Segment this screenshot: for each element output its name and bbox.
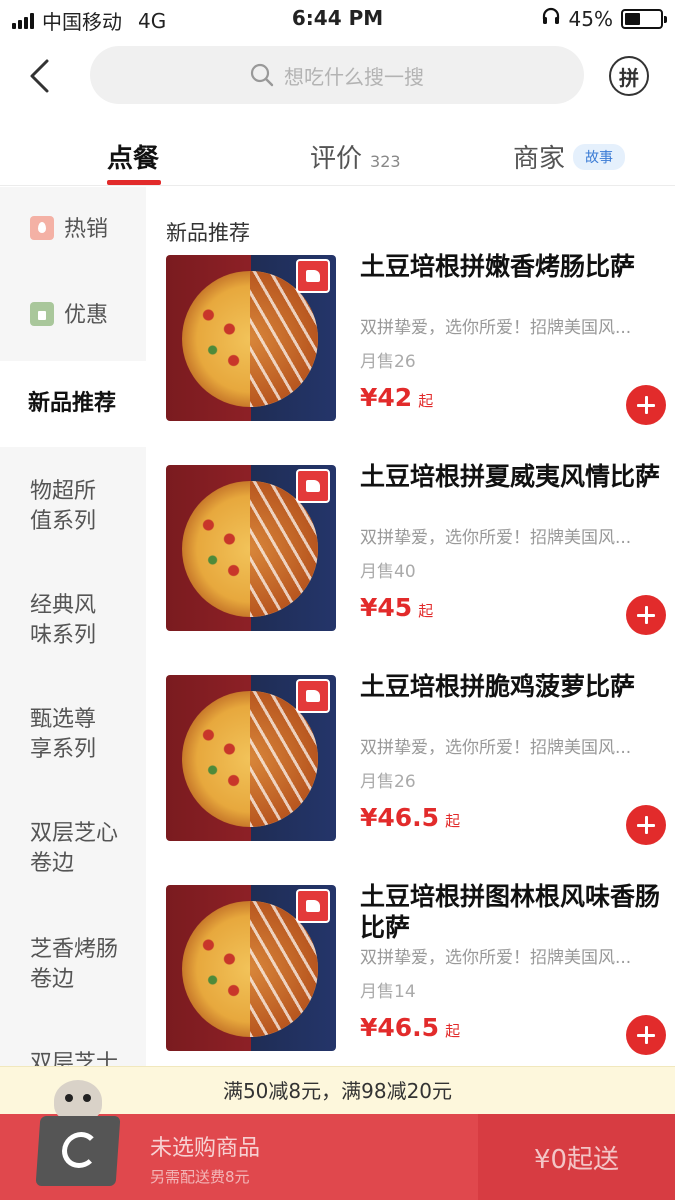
- tab-merchant-label: 商家: [513, 144, 566, 174]
- product-card[interactable]: 土豆培根拼图林根风味香肠比萨 双拼挚爱，选你所爱！招牌美国风... 月售14 ¥…: [166, 882, 666, 1055]
- product-price: ¥45 起: [360, 593, 433, 622]
- cart-mascot-icon[interactable]: [34, 1080, 128, 1192]
- active-tab-indicator: [107, 180, 161, 185]
- product-price: ¥42 起: [360, 383, 433, 412]
- group-order-button[interactable]: 拼: [609, 56, 649, 96]
- price-value: ¥45: [360, 593, 413, 622]
- sidebar-item-label: 优惠: [64, 303, 109, 328]
- product-name: 土豆培根拼脆鸡菠萝比萨: [360, 672, 636, 701]
- battery-icon: [621, 8, 667, 29]
- tab-order[interactable]: 点餐: [107, 138, 159, 175]
- back-button[interactable]: [18, 54, 62, 98]
- thumbs-up-icon: [296, 889, 330, 923]
- sidebar-item-double-cheese-crust[interactable]: 双层芝心卷边: [0, 819, 146, 879]
- product-description: 双拼挚爱，选你所爱！招牌美国风...: [360, 318, 632, 338]
- product-price: ¥46.5 起: [360, 1013, 460, 1042]
- price-value: ¥42: [360, 383, 413, 412]
- sidebar-item-label: 芝香烤肠卷边: [30, 937, 119, 992]
- battery-percent: 45%: [568, 6, 613, 31]
- tab-order-label: 点餐: [107, 144, 160, 174]
- product-card[interactable]: 土豆培根拼脆鸡菠萝比萨 双拼挚爱，选你所爱！招牌美国风... 月售26 ¥46.…: [166, 672, 666, 845]
- product-description: 双拼挚爱，选你所爱！招牌美国风...: [360, 528, 632, 548]
- add-to-cart-button[interactable]: [626, 805, 666, 845]
- price-suffix: 起: [445, 1022, 461, 1040]
- headphones-icon: [541, 6, 561, 31]
- add-to-cart-button[interactable]: [626, 385, 666, 425]
- price-suffix: 起: [418, 602, 434, 620]
- back-arrow-icon: [30, 59, 49, 93]
- thumbs-up-icon: [296, 469, 330, 503]
- sidebar-item-label: 新品推荐: [28, 391, 117, 416]
- product-image[interactable]: [166, 675, 336, 841]
- section-title: 新品推荐: [166, 221, 250, 245]
- tab-bar: 点餐 评价 323 商家 故事: [0, 120, 675, 186]
- review-count: 323: [370, 152, 401, 171]
- sidebar-item-label: 热销: [64, 217, 109, 242]
- product-sales: 月售40: [360, 562, 416, 582]
- sidebar-item-sausage-crust[interactable]: 芝香烤肠卷边: [0, 935, 146, 995]
- min-order-button[interactable]: ¥0起送: [478, 1114, 675, 1200]
- product-image[interactable]: [166, 465, 336, 631]
- product-description: 双拼挚爱，选你所爱！招牌美国风...: [360, 738, 632, 758]
- tab-reviews[interactable]: 评价 323: [310, 138, 401, 175]
- sidebar-item-label: 双层芝心卷边: [30, 821, 119, 876]
- status-bar: 中国移动 4G 6:44 PM 45%: [0, 0, 675, 38]
- cart-summary: 未选购商品 另需配送费8元: [150, 1130, 260, 1187]
- product-card[interactable]: 土豆培根拼夏威夷风情比萨 双拼挚爱，选你所爱！招牌美国风... 月售40 ¥45…: [166, 462, 666, 635]
- product-list: 新品推荐 土豆培根拼嫩香烤肠比萨 双拼挚爱，选你所爱！招牌美国风... 月售26…: [146, 187, 675, 1200]
- category-sidebar: 热销 优惠 新品推荐 物超所值系列 经典风味系列 甄选尊享系列 双层芝心卷边 芝…: [0, 187, 146, 1200]
- fire-icon: [30, 216, 54, 240]
- cart-empty-label: 未选购商品: [150, 1136, 261, 1161]
- search-icon: [250, 63, 274, 87]
- product-name: 土豆培根拼图林根风味香肠比萨: [360, 882, 661, 942]
- product-price: ¥46.5 起: [360, 803, 460, 832]
- brand-logo-icon: [60, 1132, 100, 1168]
- sidebar-item-label: 甄选尊享系列: [30, 707, 97, 762]
- price-value: ¥46.5: [360, 803, 440, 832]
- product-image[interactable]: [166, 255, 336, 421]
- tab-reviews-label: 评价: [310, 144, 363, 174]
- product-card[interactable]: 土豆培根拼嫩香烤肠比萨 双拼挚爱，选你所爱！招牌美国风... 月售26 ¥42 起: [166, 252, 666, 425]
- sidebar-item-discount[interactable]: 优惠: [0, 301, 146, 331]
- battery-fill: [625, 12, 641, 25]
- search-input[interactable]: 想吃什么搜一搜: [90, 46, 584, 104]
- price-suffix: 起: [418, 392, 434, 410]
- product-name: 土豆培根拼嫩香烤肠比萨: [360, 252, 636, 281]
- sidebar-item-premium[interactable]: 甄选尊享系列: [0, 705, 146, 765]
- sidebar-item-value[interactable]: 物超所值系列: [0, 477, 120, 537]
- product-sales: 月售26: [360, 772, 416, 792]
- product-sales: 月售26: [360, 352, 416, 372]
- sidebar-item-hot[interactable]: 热销: [0, 215, 146, 245]
- product-image[interactable]: [166, 885, 336, 1051]
- discount-icon: [30, 302, 54, 326]
- sidebar-item-new[interactable]: 新品推荐: [0, 361, 146, 447]
- product-description: 双拼挚爱，选你所爱！招牌美国风...: [360, 948, 632, 968]
- add-to-cart-button[interactable]: [626, 595, 666, 635]
- tab-merchant[interactable]: 商家 故事: [513, 138, 626, 175]
- price-value: ¥46.5: [360, 1013, 440, 1042]
- product-sales: 月售14: [360, 982, 416, 1002]
- search-placeholder: 想吃什么搜一搜: [284, 64, 424, 89]
- sidebar-item-label: 物超所值系列: [30, 479, 97, 534]
- thumbs-up-icon: [296, 679, 330, 713]
- status-right: 45%: [541, 6, 667, 31]
- story-badge: 故事: [573, 143, 626, 170]
- sidebar-item-classic[interactable]: 经典风味系列: [0, 591, 146, 651]
- delivery-fee-label: 另需配送费8元: [150, 1168, 250, 1186]
- thumbs-up-icon: [296, 259, 330, 293]
- product-name: 土豆培根拼夏威夷风情比萨: [360, 462, 661, 491]
- cart-box-icon: [35, 1116, 121, 1186]
- add-to-cart-button[interactable]: [626, 1015, 666, 1055]
- price-suffix: 起: [445, 812, 461, 830]
- header: 想吃什么搜一搜 拼: [0, 44, 675, 108]
- sidebar-item-label: 经典风味系列: [30, 593, 97, 648]
